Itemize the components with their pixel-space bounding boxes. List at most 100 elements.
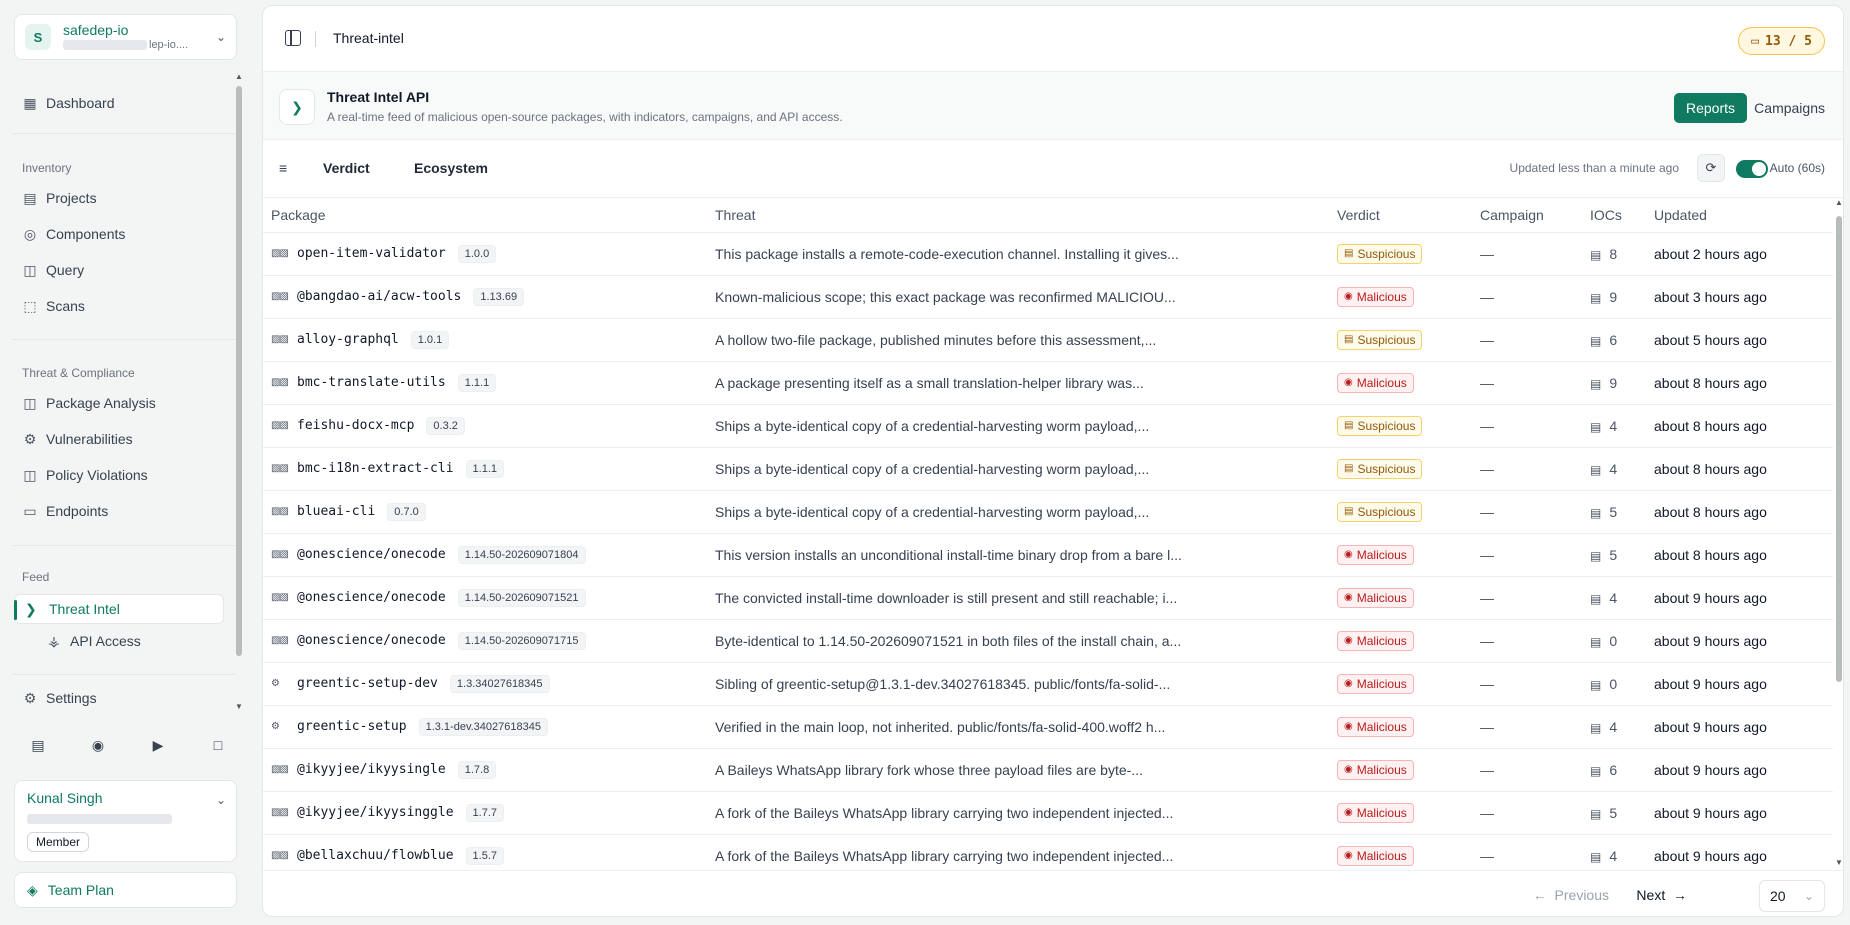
docs-icon[interactable]: ▤ — [28, 737, 48, 757]
updated-cell: about 8 hours ago — [1646, 533, 1833, 577]
table-row[interactable]: ▧▧ @onescience/onecode 1.14.50-20260907180… — [263, 533, 1833, 577]
refresh-button[interactable]: ⟳ — [1697, 154, 1725, 182]
col-updated[interactable]: Updated — [1646, 198, 1833, 233]
sidebar-toggle-icon[interactable] — [285, 30, 301, 46]
sidebar-item-endpoints[interactable]: ▭ Endpoints — [22, 496, 232, 526]
sidebar-item-query[interactable]: ◫ Query — [22, 255, 232, 285]
version-badge: 1.14.50-202609071804 — [457, 545, 586, 564]
package-cell[interactable]: ▧▧ @onescience/onecode 1.14.50-20260907180… — [263, 533, 707, 577]
sidebar-item-policy-violations[interactable]: ◫ Policy Violations — [22, 460, 232, 490]
table-row[interactable]: ▧▧ feishu-docx-mcp 0.3.2 Ships a byte-ident… — [263, 404, 1833, 448]
campaign-cell: — — [1472, 232, 1582, 276]
auto-refresh-toggle[interactable] — [1736, 160, 1768, 178]
table-row[interactable]: ▧▧ @onescience/onecode 1.14.50-20260907152… — [263, 576, 1833, 620]
package-cell[interactable]: ▧▧ alloy-graphql 1.0.1 — [263, 318, 707, 362]
table-scrollbar[interactable]: ▲ ▼ — [1835, 198, 1843, 870]
npm-icon: ▧▧ — [271, 248, 289, 259]
previous-button[interactable]: ← Previous — [1533, 887, 1609, 903]
breadcrumb: Threat-intel — [333, 30, 404, 46]
package-name[interactable]: @onescience/onecode — [297, 547, 446, 562]
threat-summary: Known-malicious scope; this exact packag… — [707, 275, 1329, 319]
next-button[interactable]: Next → — [1636, 887, 1687, 903]
table-row[interactable]: ▧▧ @ikyyjee/ikyysinggle 1.7.7 A fork of the… — [263, 791, 1833, 835]
user-menu[interactable]: Kunal Singh Member ⌄ — [14, 780, 237, 862]
table-row[interactable]: ▧▧ alloy-graphql 1.0.1 A hollow two-file pa… — [263, 318, 1833, 362]
sidebar-item-projects[interactable]: ▤ Projects — [22, 183, 232, 213]
table-row[interactable]: ▧▧ open-item-validator 1.0.0 This package i… — [263, 232, 1833, 276]
table-row[interactable]: ▧▧ bmc-i18n-extract-cli 1.1.1 Ships a byte-… — [263, 447, 1833, 491]
package-cell[interactable]: ▧▧ @bangdao-ai/acw-tools 1.13.69 — [263, 275, 707, 319]
sidebar-item-api-access[interactable]: ⚶ API Access — [46, 626, 256, 656]
package-name[interactable]: feishu-docx-mcp — [297, 418, 414, 433]
team-plan-button[interactable]: ◈ Team Plan — [14, 872, 237, 908]
campaign-cell: — — [1472, 834, 1582, 870]
campaign-cell: — — [1472, 662, 1582, 706]
package-name[interactable]: open-item-validator — [297, 246, 446, 261]
col-package[interactable]: Package — [263, 198, 707, 233]
table-row[interactable]: ▧▧ @onescience/onecode 1.14.50-20260907171… — [263, 619, 1833, 663]
package-name[interactable]: @bangdao-ai/acw-tools — [297, 289, 461, 304]
table-row[interactable]: ⚙ greentic-setup-dev 1.3.34027618345 Siblin… — [263, 662, 1833, 706]
package-name[interactable]: @onescience/onecode — [297, 590, 446, 605]
reports-tab[interactable]: Reports — [1673, 93, 1747, 123]
page-size-select[interactable]: 20 ⌄ — [1759, 880, 1825, 912]
package-name[interactable]: bmc-i18n-extract-cli — [297, 461, 454, 476]
sidebar-item-vulnerabilities[interactable]: ⚙ Vulnerabilities — [22, 424, 232, 454]
package-cell[interactable]: ▧▧ bmc-i18n-extract-cli 1.1.1 — [263, 447, 707, 491]
package-cell[interactable]: ⚙ greentic-setup-dev 1.3.34027618345 — [263, 662, 707, 706]
package-name[interactable]: blueai-cli — [297, 504, 375, 519]
package-name[interactable]: greentic-setup — [297, 719, 407, 734]
org-switcher[interactable]: S safedep-io lep-io.... ⌄ — [14, 14, 237, 60]
chat-icon[interactable]: □ — [208, 737, 228, 757]
package-cell[interactable]: ▧▧ feishu-docx-mcp 0.3.2 — [263, 404, 707, 448]
youtube-icon[interactable]: ▶ — [148, 737, 168, 757]
table-scroll-thumb[interactable] — [1836, 216, 1842, 682]
package-name[interactable]: greentic-setup-dev — [297, 676, 438, 691]
table-row[interactable]: ▧▧ @ikyyjee/ikyysingle 1.7.8 A Baileys What… — [263, 748, 1833, 792]
sidebar-item-dashboard[interactable]: ▦ Dashboard — [22, 88, 232, 118]
col-verdict[interactable]: Verdict — [1329, 198, 1472, 233]
rss-icon: ❯ — [279, 89, 315, 125]
github-icon[interactable]: ◉ — [88, 737, 108, 757]
sidebar-scrollbar[interactable]: ▲ ▼ — [235, 72, 243, 712]
package-cell[interactable]: ▧▧ @onescience/onecode 1.14.50-20260907152… — [263, 576, 707, 620]
package-cell[interactable]: ▧▧ @bellaxchuu/flowblue 1.5.7 — [263, 834, 707, 870]
package-name[interactable]: bmc-translate-utils — [297, 375, 446, 390]
ecosystem-filter[interactable]: Ecosystem — [414, 160, 488, 176]
table-row[interactable]: ▧▧ blueai-cli 0.7.0 Ships a byte-identical … — [263, 490, 1833, 534]
package-cell[interactable]: ▧▧ @ikyyjee/ikyysinggle 1.7.7 — [263, 791, 707, 835]
col-threat[interactable]: Threat — [707, 198, 1329, 233]
col-campaign[interactable]: Campaign — [1472, 198, 1582, 233]
sidebar-item-package-analysis[interactable]: ◫ Package Analysis — [22, 388, 232, 418]
sidebar-scroll-thumb[interactable] — [236, 86, 242, 656]
table-row[interactable]: ⚙ greentic-setup 1.3.1-dev.34027618345 Veri… — [263, 705, 1833, 749]
table-row[interactable]: ▧▧ bmc-translate-utils 1.1.1 A package pres… — [263, 361, 1833, 405]
filter-icon[interactable]: ≡ — [279, 160, 287, 176]
package-name[interactable]: @ikyyjee/ikyysinggle — [297, 805, 454, 820]
refresh-icon: ⟳ — [1705, 160, 1717, 175]
verdict-filter[interactable]: Verdict — [323, 160, 370, 176]
sidebar-item-settings[interactable]: ⚙ Settings — [22, 683, 232, 713]
package-name[interactable]: @bellaxchuu/flowblue — [297, 848, 454, 863]
verdict-cell: ◉ Malicious — [1329, 533, 1472, 577]
sidebar-item-components[interactable]: ◎ Components — [22, 219, 232, 249]
package-name[interactable]: alloy-graphql — [297, 332, 399, 347]
package-cell[interactable]: ▧▧ bmc-translate-utils 1.1.1 — [263, 361, 707, 405]
package-cell[interactable]: ▧▧ @onescience/onecode 1.14.50-20260907171… — [263, 619, 707, 663]
table-row[interactable]: ▧▧ @bellaxchuu/flowblue 1.5.7 A fork of the… — [263, 834, 1833, 870]
bus-icon: ▤ — [1590, 677, 1602, 692]
package-cell[interactable]: ⚙ greentic-setup 1.3.1-dev.34027618345 — [263, 705, 707, 749]
iocs-cell: ▤ 6 — [1582, 318, 1646, 362]
col-iocs[interactable]: IOCs — [1582, 198, 1646, 233]
npm-icon: ▧▧ — [271, 850, 289, 861]
table-row[interactable]: ▧▧ @bangdao-ai/acw-tools 1.13.69 Known-mali… — [263, 275, 1833, 319]
sidebar-item-threat-intel[interactable]: ❯ Threat Intel — [14, 594, 224, 624]
sidebar-item-scans[interactable]: ⬚ Scans — [22, 291, 232, 321]
package-name[interactable]: @ikyyjee/ikyysingle — [297, 762, 446, 777]
package-name[interactable]: @onescience/onecode — [297, 633, 446, 648]
credits-badge[interactable]: ▭ 13 / 5 — [1738, 27, 1825, 55]
package-cell[interactable]: ▧▧ open-item-validator 1.0.0 — [263, 232, 707, 276]
package-cell[interactable]: ▧▧ @ikyyjee/ikyysingle 1.7.8 — [263, 748, 707, 792]
package-cell[interactable]: ▧▧ blueai-cli 0.7.0 — [263, 490, 707, 534]
campaigns-tab[interactable]: Campaigns — [1754, 93, 1825, 123]
